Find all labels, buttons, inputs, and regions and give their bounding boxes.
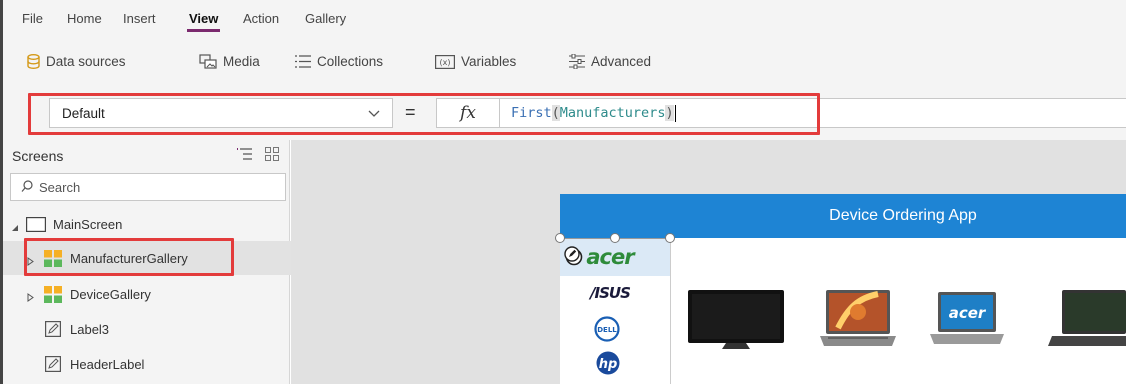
panel-tools <box>237 147 279 165</box>
svg-text:(x): (x) <box>440 58 451 67</box>
tree-item-headerlabel[interactable]: HeaderLabel <box>3 347 292 381</box>
tree-view-panel: Screens Search MainScreen ManufacturerGa <box>0 140 292 384</box>
tree-item-label: DeviceGallery <box>70 286 151 302</box>
tree-item-devicegallery[interactable]: DeviceGallery <box>3 277 292 311</box>
tree-item-label: Label3 <box>70 321 110 337</box>
search-placeholder: Search <box>39 179 81 195</box>
resize-handle[interactable] <box>610 233 620 243</box>
property-value: Default <box>62 105 105 121</box>
svg-text:acer: acer <box>586 245 636 269</box>
formula-input[interactable]: First(Manufacturers) <box>500 98 1126 128</box>
thumbnail-view-icon[interactable] <box>265 147 279 165</box>
resize-handle[interactable] <box>665 233 675 243</box>
list-view-icon[interactable] <box>237 147 253 165</box>
database-icon <box>27 54 40 69</box>
tree-item-label: ManufacturerGallery <box>70 250 188 266</box>
formula-open-paren: ( <box>551 105 560 121</box>
gallery-divider <box>670 238 671 384</box>
function-icon: fx <box>460 103 476 123</box>
variables-button[interactable]: (x) Variables <box>435 54 516 69</box>
collections-button[interactable]: Collections <box>295 54 383 69</box>
svg-text:DELL: DELL <box>597 326 617 334</box>
gallery-icon <box>44 250 62 270</box>
manufacturer-gallery[interactable]: acer /ISUS DELL hp <box>555 233 675 384</box>
label-icon <box>45 356 62 375</box>
edit-icon[interactable] <box>564 246 580 266</box>
formula-function: First <box>511 105 552 121</box>
tab-action[interactable]: Action <box>243 11 279 26</box>
svg-text:acer: acer <box>949 304 987 322</box>
expand-arrow-icon[interactable] <box>27 254 34 269</box>
dell-logo: DELL <box>594 316 620 342</box>
asus-logo: /ISUS <box>578 285 642 301</box>
tab-home[interactable]: Home <box>67 11 102 26</box>
label-icon <box>45 321 62 340</box>
media-icon <box>199 54 217 69</box>
collections-icon <box>295 55 311 68</box>
panel-title: Screens <box>12 148 64 164</box>
data-sources-label: Data sources <box>46 54 126 69</box>
tree-item-mainscreen[interactable]: MainScreen <box>3 207 292 241</box>
search-icon <box>21 179 33 195</box>
fx-button[interactable]: fx <box>436 98 500 128</box>
app-screen-preview[interactable]: Device Ordering App acer /ISUS DELL hp a… <box>555 194 1126 384</box>
tree-item-label: MainScreen <box>53 216 123 232</box>
menu-bar: File Home Insert View Action Gallery <box>0 0 1126 38</box>
tab-gallery[interactable]: Gallery <box>305 11 346 26</box>
device-monitor-image[interactable] <box>686 288 786 350</box>
advanced-icon <box>569 54 585 69</box>
svg-text:/ISUS: /ISUS <box>588 285 630 301</box>
tree-item-label: HeaderLabel <box>70 356 145 372</box>
screen-icon <box>26 217 46 235</box>
collapse-arrow-icon[interactable] <box>11 220 19 235</box>
hp-logo: hp <box>596 350 620 376</box>
tree-item-manufacturergallery[interactable]: ManufacturerGallery <box>3 241 292 275</box>
property-dropdown[interactable]: Default <box>49 98 393 128</box>
formula-bar: Default = fx First(Manufacturers) <box>0 88 1126 140</box>
tab-view[interactable]: View <box>186 11 221 32</box>
app-title: Device Ordering App <box>829 207 977 224</box>
equals-sign: = <box>405 102 416 122</box>
tab-file[interactable]: File <box>22 11 43 26</box>
text-caret <box>674 104 676 122</box>
variables-icon: (x) <box>435 54 455 69</box>
media-label: Media <box>223 54 260 69</box>
ribbon: Data sources Media Collections (x) Varia… <box>0 38 1126 88</box>
tab-insert[interactable]: Insert <box>123 11 156 26</box>
resize-handle[interactable] <box>555 233 565 243</box>
device-gaming-laptop-image[interactable] <box>818 288 898 350</box>
tree-item-label3[interactable]: Label3 <box>3 312 292 346</box>
formula-argument: Manufacturers <box>559 105 666 121</box>
variables-label: Variables <box>461 54 517 69</box>
svg-text:hp: hp <box>599 357 618 372</box>
data-sources-button[interactable]: Data sources <box>27 54 126 69</box>
advanced-label: Advanced <box>591 54 652 69</box>
device-acer-laptop-image[interactable]: acer <box>928 290 1006 348</box>
gallery-icon <box>44 286 62 306</box>
expand-arrow-icon[interactable] <box>27 290 34 305</box>
search-box[interactable]: Search <box>10 173 286 201</box>
advanced-button[interactable]: Advanced <box>569 54 651 69</box>
collections-label: Collections <box>317 54 384 69</box>
formula-close-paren: ) <box>665 105 674 121</box>
device-laptop-image[interactable] <box>1048 288 1126 350</box>
media-button[interactable]: Media <box>199 54 260 69</box>
chevron-down-icon[interactable] <box>368 107 380 122</box>
app-header: Device Ordering App <box>560 194 1126 238</box>
